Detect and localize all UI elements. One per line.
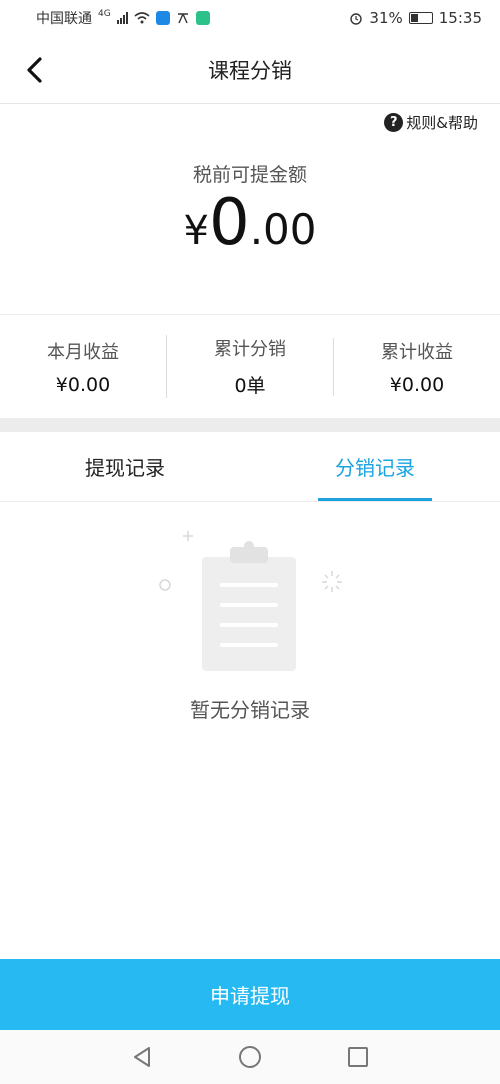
- battery-percent: 31%: [369, 9, 403, 27]
- circle-home-icon: [239, 1046, 261, 1068]
- clipboard-icon: [159, 531, 342, 671]
- stat-monthly-income: 本月收益 ¥0.00: [0, 338, 166, 396]
- stat-total-income: 累计收益 ¥0.00: [333, 337, 500, 396]
- back-arrow-icon: [27, 57, 42, 83]
- apply-withdraw-button[interactable]: 申请提现: [0, 959, 500, 1030]
- stat-label: 本月收益: [47, 341, 119, 363]
- stat-label: 累计收益: [381, 341, 453, 363]
- app-notification-icon: [155, 11, 170, 25]
- balance-currency: ¥: [183, 208, 209, 254]
- system-back-button[interactable]: [125, 1040, 159, 1074]
- stat-total-distribution: 累计分销 0单: [166, 335, 333, 398]
- square-recent-icon: [348, 1047, 368, 1067]
- balance-amount: ¥0.00: [0, 186, 500, 260]
- stat-value: 0单: [234, 375, 266, 397]
- section-divider: [0, 418, 500, 432]
- battery-icon: [408, 12, 433, 24]
- signal-icon: [116, 12, 128, 24]
- question-circle-icon: ?: [384, 113, 404, 132]
- balance-integer: 0: [208, 186, 250, 260]
- balance-decimal: .00: [249, 205, 317, 254]
- tab-distribution-records[interactable]: 分销记录: [250, 432, 500, 501]
- carrier-name: 中国联通: [36, 11, 92, 27]
- stat-label: 累计分销: [214, 339, 286, 360]
- stats-row: 本月收益 ¥0.00 累计分销 0单 累计收益 ¥0.00: [0, 314, 500, 418]
- back-button[interactable]: [14, 50, 54, 90]
- clock: 15:35: [438, 9, 482, 27]
- status-right: 31% 15:35: [349, 9, 482, 27]
- rules-help-link[interactable]: ? 规则&帮助: [384, 112, 478, 133]
- system-recent-button[interactable]: [341, 1040, 375, 1074]
- system-home-button[interactable]: [233, 1040, 267, 1074]
- stat-value: ¥0.00: [389, 373, 445, 396]
- balance-label: 税前可提金额: [192, 164, 307, 186]
- triangle-back-icon: [134, 1047, 150, 1067]
- wifi-icon: [134, 12, 150, 24]
- tab-withdraw-records[interactable]: 提现记录: [0, 432, 250, 501]
- app-notification-icon: [177, 13, 188, 24]
- rules-help-label: 规则&帮助: [406, 114, 478, 132]
- nav-bar: 课程分销: [0, 36, 500, 104]
- status-left: 中国联通 4G: [36, 8, 210, 28]
- network-type: 4G: [98, 9, 111, 19]
- empty-state-message: 暂无分销记录: [190, 698, 310, 722]
- record-tabs: 提现记录 分销记录: [0, 432, 500, 502]
- system-nav-bar: [0, 1030, 500, 1084]
- alarm-icon: [350, 13, 363, 25]
- page-title: 课程分销: [208, 58, 292, 83]
- stat-value: ¥0.00: [55, 373, 111, 396]
- status-bar: 中国联通 4G 31% 15:35: [0, 0, 500, 36]
- app-notification-icon: [195, 11, 210, 25]
